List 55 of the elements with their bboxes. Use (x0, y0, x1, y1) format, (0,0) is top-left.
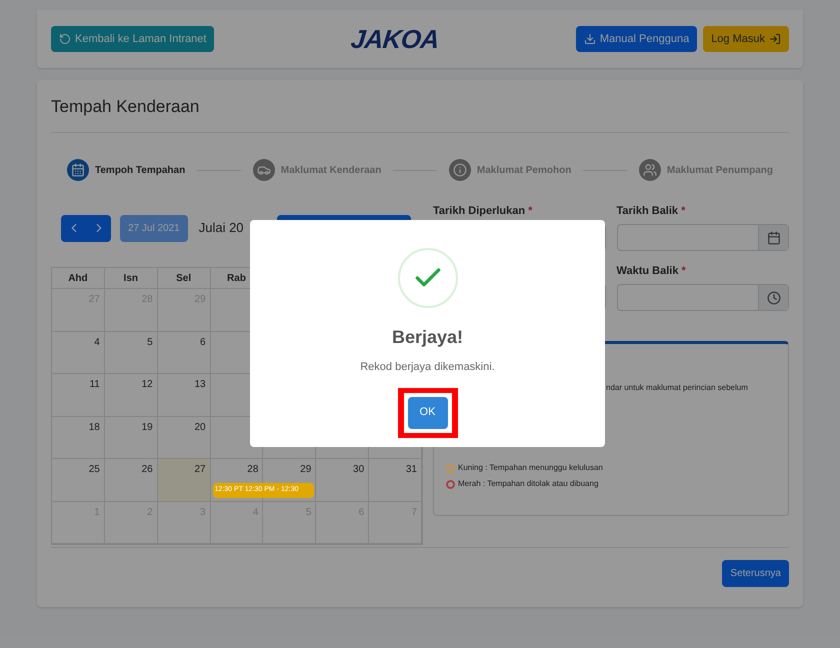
info-step-icon (448, 159, 471, 181)
date-input-field[interactable] (616, 224, 789, 251)
day-number[interactable]: 29 (300, 462, 312, 477)
wizard-step[interactable]: Tempoh Tempahan (67, 159, 186, 181)
manual-button[interactable]: Manual Pengguna (576, 26, 698, 52)
wizard-step[interactable]: Maklumat Pemohon (448, 159, 572, 181)
day-number[interactable]: 31 (406, 462, 417, 477)
weekday-header: Isn (124, 272, 138, 286)
login-button[interactable]: Log Masuk (703, 26, 789, 52)
day-number[interactable]: 4 (94, 334, 100, 350)
month-title: Julai 20 (198, 219, 244, 238)
day-number[interactable]: 30 (353, 462, 364, 477)
time-input-field[interactable] (616, 284, 789, 311)
next-step-button[interactable]: Seterusnya (722, 560, 789, 587)
users-step-icon (638, 159, 661, 181)
day-number[interactable]: 5 (147, 334, 153, 350)
download-icon (584, 33, 596, 45)
next-button[interactable] (86, 214, 111, 242)
success-check-icon (398, 248, 458, 308)
day-number[interactable]: 28 (247, 462, 258, 477)
day-number[interactable]: 27 (194, 462, 206, 477)
wizard-step[interactable]: Maklumat Penumpang (638, 159, 773, 181)
day-number[interactable]: 12 (142, 377, 153, 392)
back-button[interactable]: Kembali ke Laman Intranet (51, 26, 214, 52)
weekday-header: Sel (176, 272, 192, 286)
day-number[interactable]: 20 (194, 420, 206, 434)
field-label: Tarikh Diperlukan * (433, 205, 532, 217)
day-number[interactable]: 25 (88, 462, 100, 477)
previous-button[interactable] (61, 214, 86, 242)
weekday-header: Rab (227, 272, 246, 286)
calendar-icon (766, 230, 780, 244)
page-title: Tempah Kenderaan (51, 97, 200, 116)
dialog-message: Rekod berjaya dikemaskini. (360, 360, 495, 375)
field-label: Tarikh Balik * (616, 205, 686, 217)
clock-icon (766, 290, 780, 304)
info-text: ndar untuk maklumat perincian sebelum (606, 383, 748, 392)
undo-icon (59, 33, 71, 45)
today-button[interactable]: 27 Jul 2021 (120, 214, 188, 242)
calendar-step-icon (67, 159, 89, 181)
car-step-icon (252, 159, 275, 181)
wizard-step[interactable]: Maklumat Kenderaan (252, 159, 382, 181)
day-number[interactable]: 26 (142, 462, 153, 477)
legend-label: Kuning : Tempahan menunggu kelulusan (458, 462, 603, 474)
ok-button[interactable]: OK (408, 396, 448, 428)
login-icon (769, 33, 781, 45)
legend-label: Merah : Tempahan ditolak atau dibuang (458, 478, 598, 490)
day-number[interactable]: 18 (88, 420, 100, 434)
day-number[interactable]: 11 (89, 377, 100, 392)
weekday-header: Ahd (68, 272, 88, 286)
day-number[interactable]: 13 (194, 377, 206, 392)
day-number[interactable]: 6 (200, 334, 206, 350)
logo: JAKOA (349, 22, 442, 56)
day-number[interactable]: 19 (142, 420, 153, 434)
field-label: Waktu Balik * (616, 265, 686, 277)
dialog-title: Berjaya! (392, 326, 464, 349)
